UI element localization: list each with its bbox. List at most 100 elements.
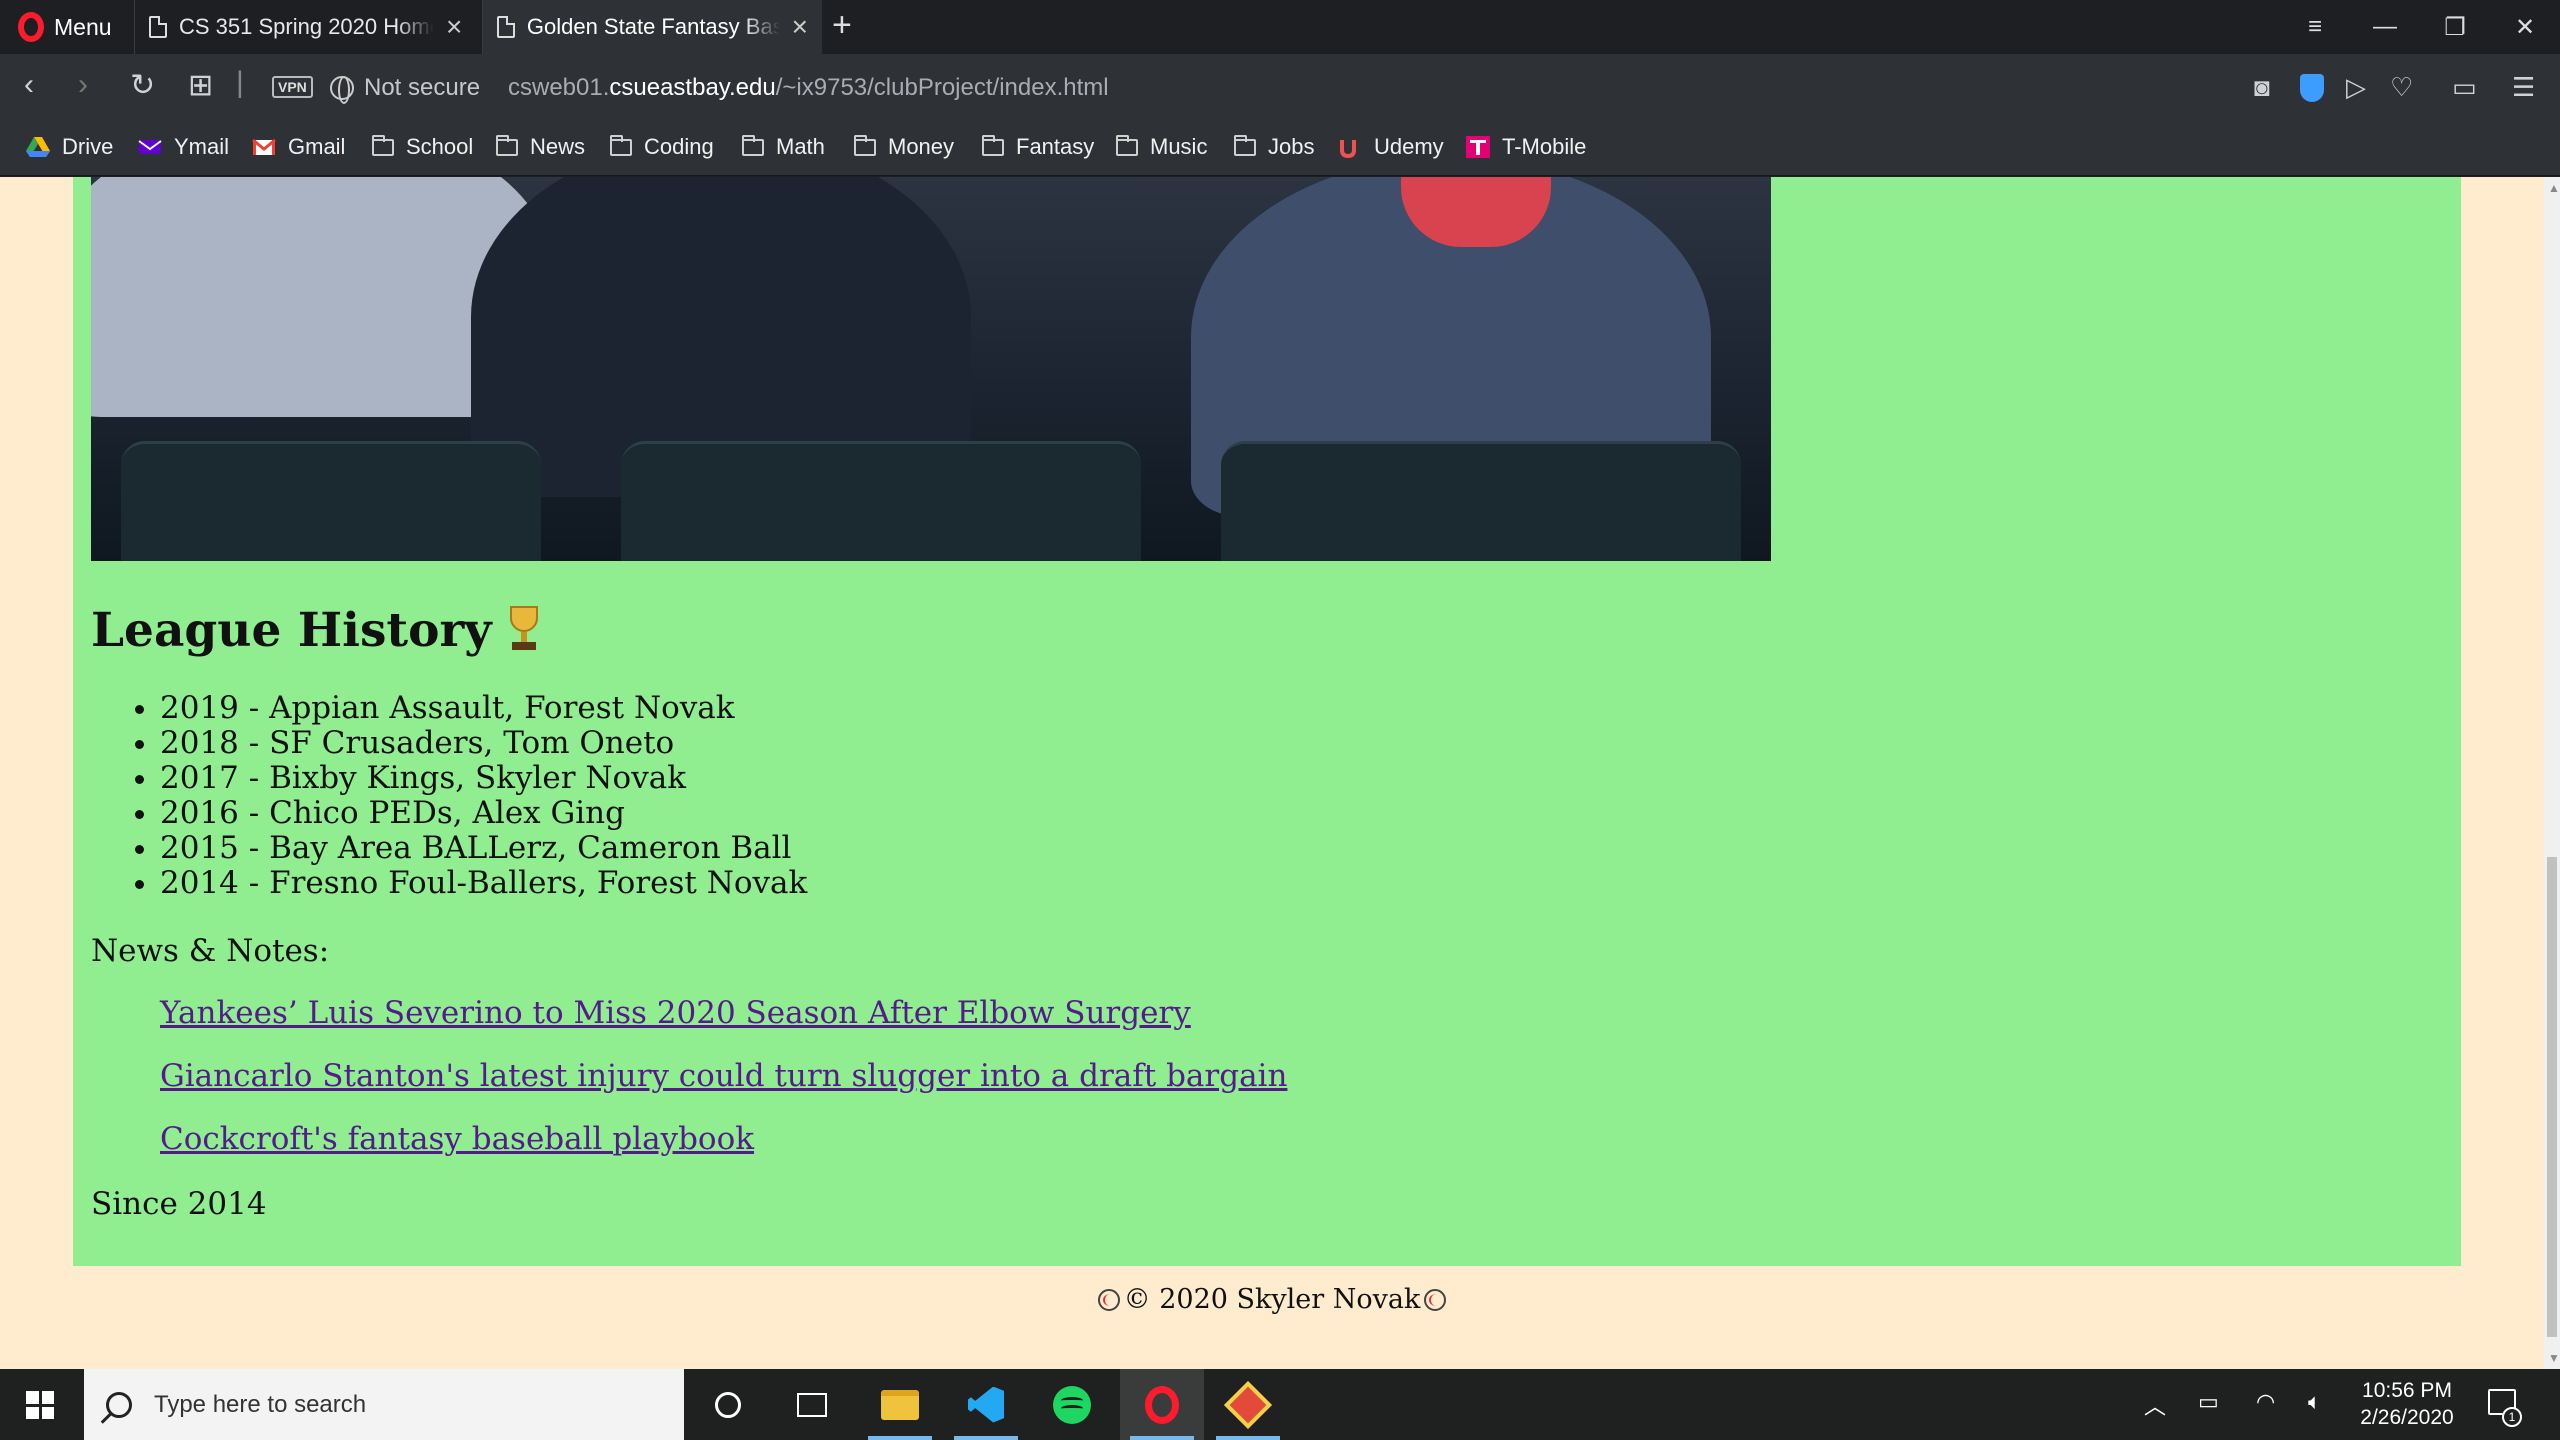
folder-icon [1234, 134, 1256, 156]
bookmark-music[interactable]: Music [1116, 134, 1207, 160]
history-item: 2014 - Fresno Foul-Ballers, Forest Novak [160, 866, 807, 901]
scroll-up-icon[interactable]: ▲ [2548, 181, 2560, 195]
git-icon [1223, 1380, 1273, 1429]
taskbar-vscode[interactable] [944, 1369, 1028, 1440]
bookmark-school[interactable]: School [372, 134, 473, 160]
folder-icon [742, 134, 764, 156]
url-path: /~ix9753/clubProject/index.html [775, 74, 1109, 101]
cortana-button[interactable] [686, 1369, 770, 1440]
windows-taskbar: Type here to search ︿ ▭ ◠ 🔈︎ 10:56 PM 2/… [0, 1369, 2560, 1440]
scroll-down-icon[interactable]: ▼ [2548, 1351, 2560, 1365]
bookmark-label: Ymail [174, 134, 230, 159]
page-icon [149, 16, 167, 38]
news-notes-label: News & Notes: [91, 933, 330, 969]
clock-date: 2/26/2020 [2360, 1406, 2454, 1429]
bookmark-math[interactable]: Math [742, 134, 825, 160]
flow-send-icon[interactable]: ▷ [2346, 72, 2366, 103]
vpn-badge[interactable]: VPN [272, 76, 313, 98]
wifi-icon[interactable]: ◠ [2256, 1389, 2275, 1415]
history-item: 2018 - SF Crusaders, Tom Oneto [160, 726, 807, 761]
tab-cs351[interactable]: CS 351 Spring 2020 Homework × [134, 0, 482, 54]
bookmarks-bar: Drive Ymail Gmail School News Coding Mat… [0, 122, 2560, 176]
history-item: 2017 - Bixby Kings, Skyler Novak [160, 761, 807, 796]
folder-icon [496, 134, 518, 156]
ymail-icon [138, 140, 162, 154]
notification-badge: 1 [2502, 1407, 2522, 1427]
folder-icon [854, 134, 876, 156]
photo-seat [1221, 441, 1741, 561]
bookmark-money[interactable]: Money [854, 134, 954, 160]
bookmark-coding[interactable]: Coding [610, 134, 714, 160]
page-scrollbar[interactable]: ▲ ▼ [2544, 177, 2560, 1369]
fans-photo [91, 177, 1771, 561]
bookmark-news[interactable]: News [496, 134, 585, 160]
globe-icon[interactable] [330, 76, 354, 104]
new-tab-button[interactable]: + [832, 6, 852, 45]
bookmark-fantasy[interactable]: Fantasy [982, 134, 1094, 160]
folder-icon [982, 134, 1004, 156]
file-explorer-icon [881, 1389, 919, 1420]
close-window-button[interactable]: ✕ [2490, 0, 2560, 54]
taskbar-opera[interactable] [1120, 1369, 1204, 1440]
folder-icon [610, 134, 632, 156]
separator: | [236, 66, 244, 99]
tab-close-icon[interactable]: × [792, 11, 808, 43]
baseball-icon [1424, 1289, 1447, 1311]
speed-dial-button[interactable]: ⊞ [188, 68, 213, 103]
battery-icon[interactable]: ▭ [2198, 1389, 2219, 1415]
taskbar-clock[interactable]: 10:56 PM 2/26/2020 [2352, 1377, 2462, 1431]
news-link-stanton[interactable]: Giancarlo Stanton's latest injury could … [160, 1058, 1287, 1094]
bookmark-jobs[interactable]: Jobs [1234, 134, 1314, 160]
tab-golden-state[interactable]: Golden State Fantasy Baseball × [482, 0, 822, 54]
heart-icon[interactable]: ♡ [2390, 72, 2413, 103]
bookmark-label: Coding [644, 134, 714, 159]
taskbar-spotify[interactable] [1030, 1369, 1114, 1440]
bookmark-label: Money [888, 134, 955, 159]
folder-icon [372, 134, 394, 156]
snapshot-icon[interactable]: ◙ [2254, 72, 2270, 103]
back-button[interactable]: ‹ [24, 68, 34, 102]
tab-bar: Menu CS 351 Spring 2020 Homework × Golde… [0, 0, 2560, 54]
bookmark-tmobile[interactable]: T-Mobile [1466, 134, 1586, 160]
scroll-thumb[interactable] [2547, 857, 2557, 1337]
tab-close-icon[interactable]: × [446, 11, 462, 43]
news-link-severino[interactable]: Yankees’ Luis Severino to Miss 2020 Seas… [160, 995, 1191, 1031]
bookmark-gmail[interactable]: Gmail [252, 134, 345, 160]
bookmark-label: Music [1150, 134, 1208, 159]
bookmark-label: Drive [62, 134, 114, 159]
history-item: 2019 - Appian Assault, Forest Novak [160, 691, 807, 726]
task-view-button[interactable] [770, 1369, 854, 1440]
minimize-button[interactable]: — [2350, 0, 2420, 54]
security-label[interactable]: Not secure [364, 74, 480, 102]
battery-saver-icon[interactable]: ▭ [2452, 72, 2477, 103]
restore-button[interactable]: ❐ [2420, 0, 2490, 54]
opera-menu-button[interactable]: Menu [0, 0, 130, 54]
news-link-cockcroft[interactable]: Cockcroft's fantasy baseball playbook [160, 1121, 754, 1157]
bookmark-label: School [406, 134, 474, 159]
history-item: 2015 - Bay Area BALLerz, Cameron Ball [160, 831, 807, 866]
bookmark-udemy[interactable]: Udemy [1338, 134, 1444, 160]
easy-setup-icon[interactable]: ≡ [2280, 0, 2350, 54]
bookmark-drive[interactable]: Drive [26, 134, 113, 160]
bookmark-label: Jobs [1268, 134, 1315, 159]
since-text: Since 2014 [91, 1186, 267, 1222]
bookmark-label: News [530, 134, 586, 159]
ad-blocker-icon[interactable] [2300, 74, 2324, 102]
volume-icon[interactable]: 🔈︎ [2308, 1389, 2321, 1415]
taskbar-git[interactable] [1206, 1369, 1290, 1440]
page-viewport: League History 2019 - Appian Assault, Fo… [0, 177, 2544, 1369]
taskbar-search-box[interactable]: Type here to search [84, 1369, 684, 1440]
reload-button[interactable]: ↻ [130, 68, 155, 103]
drive-icon [26, 137, 50, 157]
taskbar-file-explorer[interactable] [858, 1369, 942, 1440]
tmobile-icon [1466, 136, 1490, 158]
menu-lines-icon[interactable]: ☰ [2512, 72, 2535, 103]
url-field[interactable]: csweb01.csueastbay.edu/~ix9753/clubProje… [508, 74, 1109, 102]
opera-logo-icon [18, 12, 44, 42]
forward-button[interactable]: › [78, 68, 88, 102]
url-host: csueastbay.edu [609, 74, 776, 101]
tray-chevron-icon[interactable]: ︿ [2144, 1389, 2166, 1421]
tab-title: CS 351 Spring 2020 Homework [179, 14, 434, 39]
bookmark-ymail[interactable]: Ymail [138, 134, 229, 160]
windows-start-icon[interactable] [26, 1391, 54, 1419]
